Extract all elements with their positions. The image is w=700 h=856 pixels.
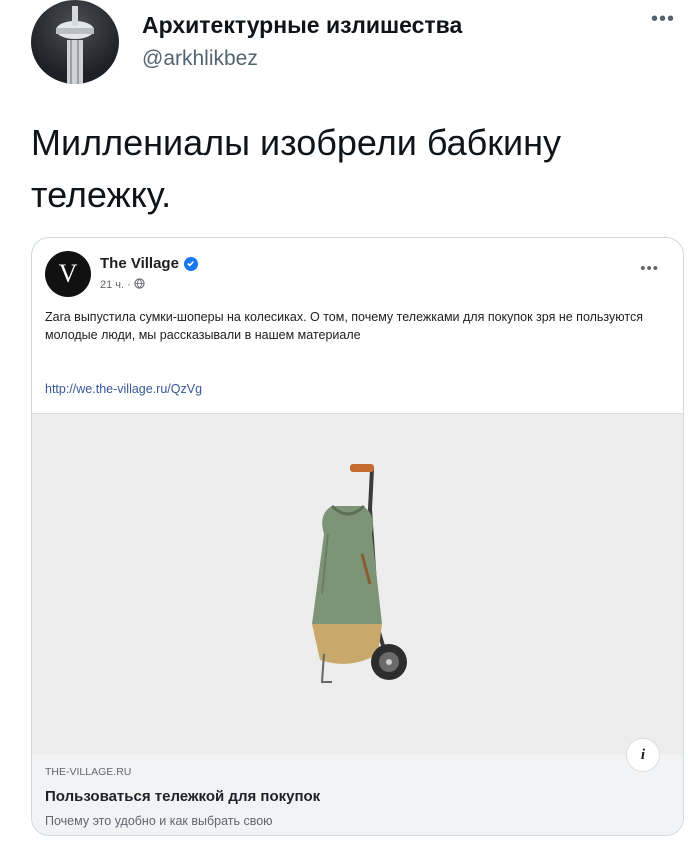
post-link[interactable]: http://we.the-village.ru/QzVg	[45, 382, 202, 396]
info-icon-glyph: i	[640, 746, 646, 763]
link-domain: THE-VILLAGE.RU	[45, 766, 132, 778]
author-name[interactable]: Архитектурные излишества	[142, 12, 462, 39]
page-logo[interactable]: V	[45, 251, 91, 297]
page-name[interactable]: The Village	[100, 255, 179, 272]
post-more-icon[interactable]: •••	[640, 260, 659, 277]
post-time-row: 21 ч. ·	[100, 278, 145, 292]
info-icon[interactable]: i	[626, 738, 660, 772]
post-text: Zara выпустила сумки-шоперы на колесиках…	[45, 310, 643, 342]
post-image[interactable]	[32, 413, 683, 756]
avatar[interactable]	[31, 0, 119, 84]
embedded-post-card[interactable]: V The Village 21 ч. · ••• Zara выпустила…	[31, 237, 684, 836]
tower-photo	[56, 6, 94, 84]
page-logo-letter: V	[58, 259, 78, 288]
post-time[interactable]: 21 ч. ·	[100, 279, 131, 291]
link-preview[interactable]: THE-VILLAGE.RU Пользоваться тележкой для…	[32, 755, 683, 835]
link-description: Почему это удобно и как выбрать свою	[45, 814, 273, 828]
globe-icon	[134, 278, 145, 292]
author-handle[interactable]: @arkhlikbez	[142, 47, 258, 71]
shopping-trolley-bag-image	[312, 464, 407, 683]
more-horizontal-icon[interactable]: •••	[651, 8, 675, 31]
tweet-text: Миллениалы изобрели бабкину тележку.	[31, 122, 562, 215]
page-name-row[interactable]: The Village	[100, 255, 198, 272]
verified-badge-icon	[183, 256, 198, 271]
link-title[interactable]: Пользоваться тележкой для покупок	[45, 788, 320, 805]
